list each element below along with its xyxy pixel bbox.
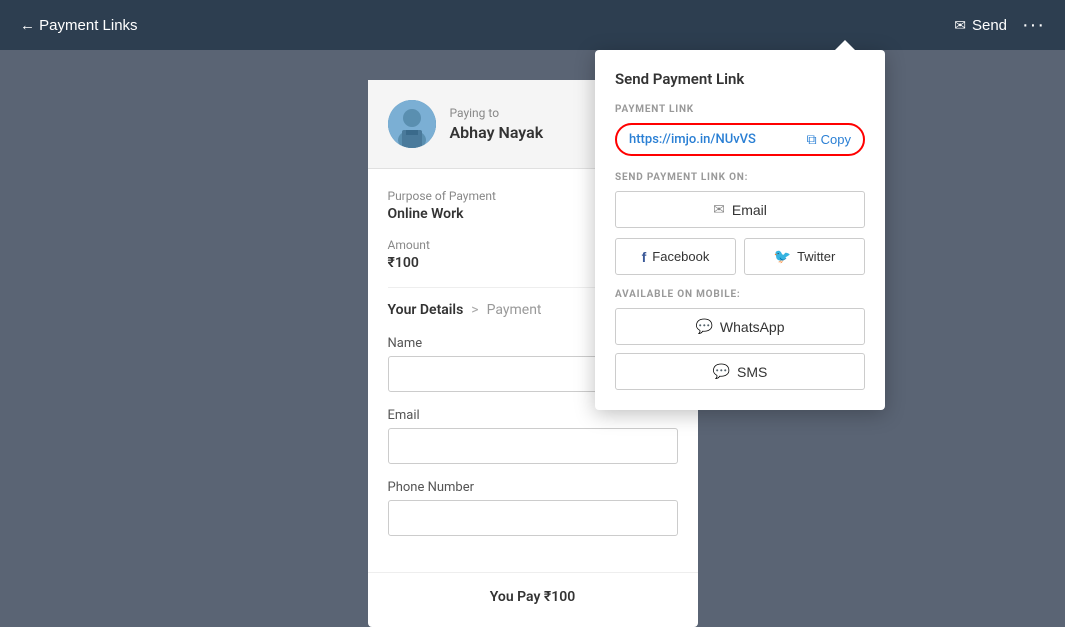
mobile-label: AVAILABLE ON MOBILE:	[615, 289, 865, 300]
avatar-image	[388, 100, 436, 148]
back-button[interactable]: ← Payment Links	[20, 17, 138, 34]
header-left: ← Payment Links	[20, 17, 138, 34]
sms-icon: 💬	[713, 363, 730, 380]
send-panel: Send Payment Link PAYMENT LINK https://i…	[595, 50, 885, 410]
copy-icon: ⧉	[807, 131, 817, 148]
email-group: Email	[388, 408, 678, 464]
twitter-label: Twitter	[797, 249, 835, 264]
whatsapp-icon: 💬	[695, 318, 712, 335]
twitter-button[interactable]: 🐦 Twitter	[744, 238, 865, 275]
sms-button[interactable]: 💬 SMS	[615, 353, 865, 390]
sms-label: SMS	[737, 364, 767, 380]
send-on-label: SEND PAYMENT LINK ON:	[615, 172, 865, 183]
card-footer: You Pay ₹100	[368, 572, 698, 621]
send-label: Send	[972, 17, 1007, 34]
panel-arrow	[835, 40, 855, 50]
chevron-icon: >	[471, 302, 478, 318]
dots-label: ···	[1022, 14, 1045, 36]
panel-title: Send Payment Link	[615, 70, 865, 88]
paying-to-info: Paying to Abhay Nayak	[450, 106, 544, 142]
step-payment: Payment	[487, 302, 542, 318]
social-row: f Facebook 🐦 Twitter	[615, 238, 865, 275]
paying-to-name: Abhay Nayak	[450, 123, 544, 142]
payment-link-url[interactable]: https://imjo.in/NUvVS	[629, 132, 756, 147]
header-right: ✉ Send ···	[954, 14, 1045, 37]
facebook-icon: f	[642, 249, 647, 265]
facebook-button[interactable]: f Facebook	[615, 238, 736, 275]
link-section-label: PAYMENT LINK	[615, 104, 865, 115]
phone-input[interactable]	[388, 500, 678, 536]
twitter-icon: 🐦	[774, 248, 791, 265]
email-label: Email	[388, 408, 678, 423]
email-icon: ✉	[713, 201, 725, 218]
email-input[interactable]	[388, 428, 678, 464]
copy-label: Copy	[821, 132, 851, 147]
email-btn-label: Email	[732, 202, 767, 218]
phone-label: Phone Number	[388, 480, 678, 495]
whatsapp-label: WhatsApp	[720, 319, 785, 335]
avatar	[388, 100, 436, 148]
main-content: Paying to Abhay Nayak Purpose of Payment…	[0, 50, 1065, 627]
email-button[interactable]: ✉ Email	[615, 191, 865, 228]
link-box: https://imjo.in/NUvVS ⧉ Copy	[615, 123, 865, 156]
more-options-button[interactable]: ···	[1022, 14, 1045, 37]
copy-button[interactable]: ⧉ Copy	[807, 131, 851, 148]
envelope-icon: ✉	[954, 17, 966, 34]
footer-text: You Pay ₹100	[490, 589, 575, 605]
whatsapp-button[interactable]: 💬 WhatsApp	[615, 308, 865, 345]
send-button[interactable]: ✉ Send	[954, 17, 1007, 34]
back-label: ← Payment Links	[20, 17, 138, 34]
paying-to-label: Paying to	[450, 106, 544, 120]
phone-group: Phone Number	[388, 480, 678, 536]
facebook-label: Facebook	[652, 249, 709, 264]
step-your-details: Your Details	[388, 302, 464, 318]
header: ← Payment Links ✉ Send ···	[0, 0, 1065, 50]
